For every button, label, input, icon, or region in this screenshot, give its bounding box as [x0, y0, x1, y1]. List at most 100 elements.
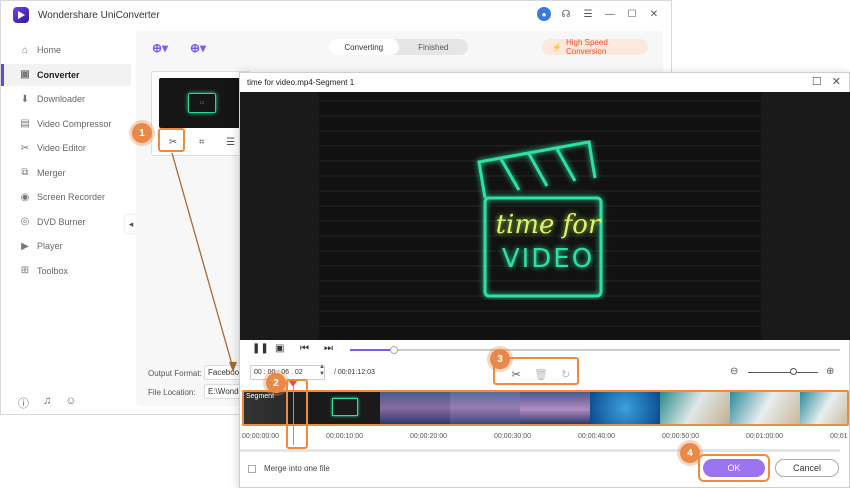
current-time-input[interactable]: 00 : 00 : 06 . 02 — [250, 365, 325, 380]
time-stepper-icon[interactable]: ▲ ▼ — [319, 364, 325, 378]
sidebar-item-dvd-burner[interactable]: ◎ DVD Burner — [1, 211, 131, 233]
headset-icon[interactable]: ☊ — [559, 7, 573, 21]
high-speed-conversion-button[interactable]: ⚡ High Speed Conversion — [542, 38, 648, 56]
tick-label: 00:00:30:00 — [494, 433, 531, 440]
annotation-badge-2: 2 — [266, 373, 286, 393]
zoom-knob[interactable] — [790, 368, 797, 375]
sidebar-item-label: Home — [37, 45, 62, 55]
add-file-icon[interactable]: ⊕▾ — [152, 41, 172, 55]
tick-label: 00:00:10:00 — [326, 433, 363, 440]
merge-label: Merge into one file — [264, 464, 330, 473]
help-icon[interactable]: ⓘ — [18, 395, 29, 411]
file-thumbnail[interactable]: ▭ — [159, 78, 245, 128]
sidebar-item-video-compressor[interactable]: ▤ Video Compressor — [1, 113, 131, 135]
merge-checkbox[interactable] — [248, 464, 256, 473]
video-text-line2: VIDEO — [501, 244, 595, 274]
add-media-icon[interactable]: ⊕▾ — [190, 41, 210, 55]
zoom-out-icon[interactable]: ⊖ — [730, 366, 738, 377]
tab-finished[interactable]: Finished — [399, 39, 469, 55]
sidebar-item-video-editor[interactable]: ✂ Video Editor — [1, 137, 131, 159]
scissors-icon: ✂ — [20, 142, 30, 154]
menu-icon[interactable]: ☰ — [581, 7, 595, 21]
timeline-frame — [590, 392, 660, 424]
timeline-strip[interactable]: Segment — [242, 390, 849, 426]
recorder-icon: ◉ — [20, 191, 30, 203]
feedback-icon[interactable]: ☺ — [65, 395, 76, 411]
close-icon[interactable]: ✕ — [647, 7, 661, 21]
player-icon: ▶ — [21, 240, 29, 252]
neon-clapperboard: time for VIDEO — [471, 140, 613, 300]
converter-icon: ▣ — [20, 69, 30, 80]
ok-button[interactable]: OK — [703, 459, 765, 477]
sidebar-item-converter[interactable]: ▣ Converter — [1, 63, 131, 86]
playback-controls: ❚❚ ▣ ⏮ ⏭ — [240, 343, 850, 357]
sidebar-item-label: Downloader — [37, 94, 86, 104]
tick-label: 00:01 — [830, 433, 848, 440]
dvd-icon: ◎ — [20, 216, 30, 227]
downloader-icon: ⬇ — [20, 93, 30, 105]
timeline-ticks: 00:00:00:00 00:00:10:00 00:00:20:00 00:0… — [240, 429, 850, 443]
timeline-frame — [380, 392, 450, 424]
bell-icon[interactable]: ♫ — [43, 395, 51, 411]
home-icon: ⌂ — [21, 44, 29, 56]
tab-converting[interactable]: Converting — [329, 39, 399, 55]
tick-label: 00:00:40:00 — [578, 433, 615, 440]
dialog-close-icon[interactable]: ✕ — [832, 75, 841, 88]
next-icon[interactable]: ⏭ — [324, 343, 333, 354]
annotation-badge-3: 3 — [490, 349, 510, 369]
sidebar-item-label: Video Compressor — [37, 118, 112, 129]
sidebar-item-label: Converter — [37, 69, 80, 80]
minimize-icon[interactable]: — — [603, 7, 617, 21]
dialog-title: time for video.mp4-Segment 1 — [247, 78, 355, 87]
merge-option[interactable]: Merge into one file — [248, 464, 330, 473]
compressor-icon: ▤ — [20, 118, 30, 129]
sidebar: ⓘ ♫ ☺ ⌂ Home ▣ Converter ⬇ Downloader ▤ Video C… — [1, 31, 131, 414]
progress-fill — [350, 349, 395, 351]
app-logo-icon — [13, 7, 29, 23]
timeline-frame — [800, 392, 847, 424]
sidebar-item-toolbox[interactable]: ⊞ Toolbox — [1, 260, 131, 282]
converting-finished-switch: Converting Finished — [329, 39, 468, 55]
timeline-frame — [310, 392, 380, 424]
sidebar-item-label: Screen Recorder — [37, 192, 106, 202]
tick-label: 00:00:20:00 — [410, 433, 447, 440]
dialog-maximize-icon[interactable]: ☐ — [812, 75, 822, 88]
progress-knob[interactable] — [390, 346, 399, 354]
merger-icon: ⧉ — [21, 167, 29, 178]
video-preview[interactable]: time for VIDEO — [319, 92, 761, 340]
cancel-button[interactable]: Cancel — [775, 459, 839, 477]
sidebar-item-home[interactable]: ⌂ Home — [1, 39, 131, 61]
timeline-frame — [660, 392, 730, 424]
app-title: Wondershare UniConverter — [38, 10, 160, 21]
zoom-slider[interactable] — [748, 372, 818, 373]
annotation-trim-highlight — [158, 128, 185, 152]
crop-icon[interactable]: ⌗ — [199, 137, 205, 148]
sidebar-item-merger[interactable]: ⧉ Merger — [1, 162, 131, 184]
video-text-line1: time for — [495, 210, 601, 240]
pause-icon[interactable]: ❚❚ — [252, 343, 269, 354]
zoom-in-icon[interactable]: ⊕ — [826, 366, 834, 377]
tick-label: 00:01:00:00 — [746, 433, 783, 440]
annotation-badge-4: 4 — [680, 443, 700, 463]
sidebar-item-player[interactable]: ▶ Player — [1, 235, 131, 257]
bolt-icon: ⚡ — [552, 42, 562, 52]
timeline-scrollbar[interactable] — [240, 449, 840, 452]
thumbnail-clapper-icon: ▭ — [188, 93, 216, 113]
annotation-badge-1: 1 — [132, 123, 152, 143]
sidebar-item-label: Toolbox — [37, 265, 69, 276]
play-frame-icon[interactable]: ▣ — [275, 343, 284, 354]
output-format-label: Output Format: — [148, 369, 202, 378]
output-format-select[interactable]: Facebook — [204, 365, 242, 380]
user-icon[interactable]: ● — [537, 7, 551, 21]
sidebar-item-screen-recorder[interactable]: ◉ Screen Recorder — [1, 186, 131, 208]
playback-progress[interactable] — [350, 346, 840, 354]
tick-label: 00:00:50:00 — [662, 433, 699, 440]
sidebar-item-downloader[interactable]: ⬇ Downloader — [1, 88, 131, 110]
effects-icon[interactable]: ☰ — [226, 137, 235, 148]
maximize-icon[interactable]: ☐ — [625, 7, 639, 21]
title-bar: Wondershare UniConverter ● ☊ ☰ — ☐ ✕ — [1, 1, 671, 31]
file-location-input[interactable]: E:\Wondershare — [204, 384, 242, 399]
timeline-frame — [520, 392, 590, 424]
previous-icon[interactable]: ⏮ — [300, 343, 309, 354]
sidebar-item-label: DVD Burner — [37, 216, 86, 227]
